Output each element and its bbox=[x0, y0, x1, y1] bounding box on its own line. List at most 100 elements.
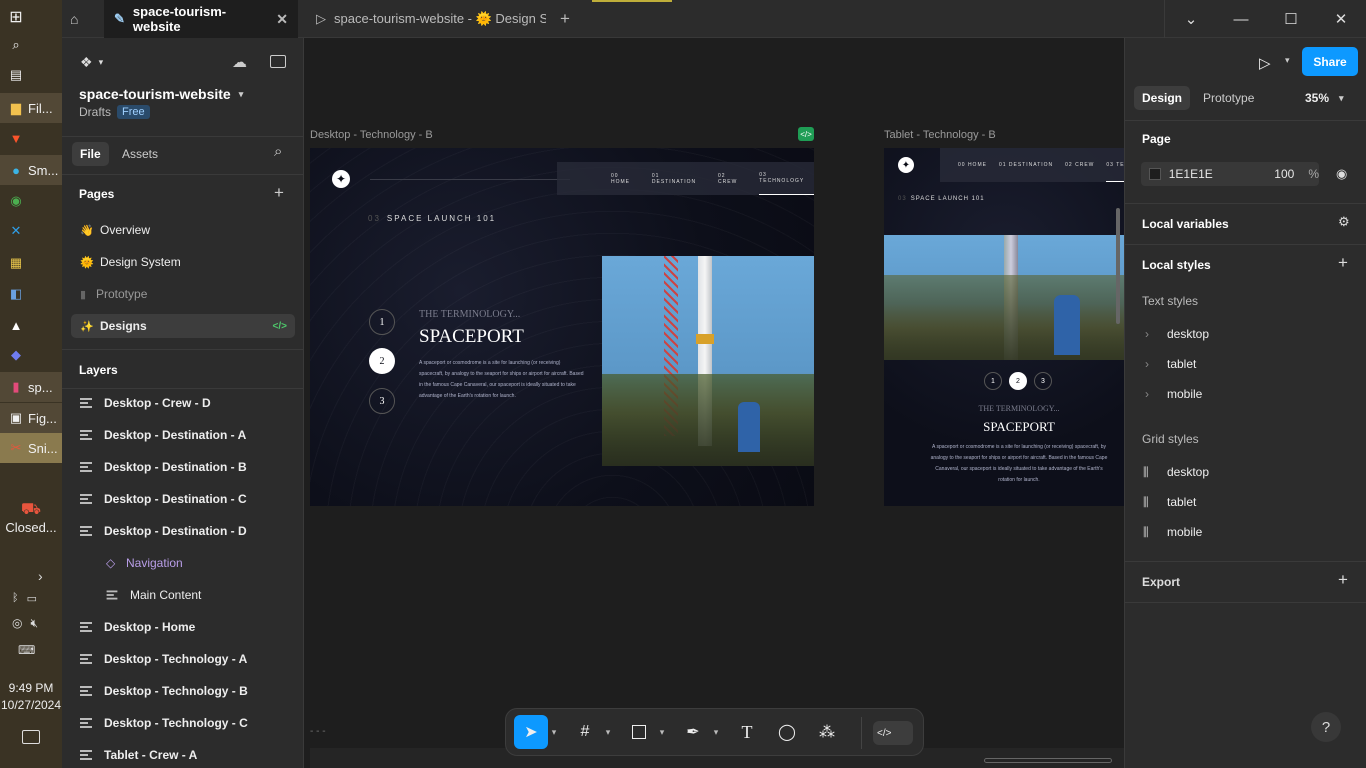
close-icon[interactable]: ✕ bbox=[276, 11, 288, 28]
step-2-button[interactable]: 2 bbox=[369, 348, 395, 374]
search-icon[interactable]: ⌕ bbox=[274, 143, 282, 160]
page-opacity-value[interactable]: 100 bbox=[1274, 167, 1294, 181]
move-tool-button[interactable]: ➤ bbox=[514, 715, 548, 749]
nav-destination[interactable]: 01 DESTINATION bbox=[652, 173, 706, 185]
panel-toggle-icon[interactable] bbox=[270, 55, 286, 68]
taskbar-snipping[interactable]: ✂ Sni... bbox=[0, 433, 62, 463]
taskbar-file-explorer[interactable]: ▆ Fil... bbox=[0, 93, 62, 123]
color-swatch[interactable] bbox=[1149, 168, 1161, 180]
taskbar-app[interactable]: ▲ bbox=[0, 310, 62, 340]
nav-home[interactable]: 00 HOME bbox=[611, 173, 640, 185]
notification-icon[interactable] bbox=[22, 730, 40, 744]
frame-label-desktop[interactable]: Desktop - Technology - B bbox=[310, 129, 433, 141]
grid-style-item[interactable]: ⫼ desktop bbox=[1125, 457, 1366, 487]
tab-assets[interactable]: Assets bbox=[122, 142, 158, 166]
pen-tool-button[interactable]: ✒ bbox=[676, 715, 710, 749]
layer-item[interactable]: Desktop - Crew - D bbox=[62, 387, 303, 419]
new-tab-plus-icon[interactable]: + bbox=[560, 9, 570, 29]
taskbar-vscode[interactable]: ✕ bbox=[0, 216, 62, 246]
help-button[interactable]: ? bbox=[1311, 712, 1341, 742]
horizontal-scrollbar[interactable] bbox=[984, 758, 1112, 763]
variables-sliders-icon[interactable]: ⚙ bbox=[1338, 214, 1350, 230]
clock[interactable]: 9:49 PM 10/27/2024 bbox=[0, 680, 62, 714]
layer-item[interactable]: Desktop - Technology - A bbox=[62, 643, 303, 675]
chevron-down-icon[interactable]: ▾ bbox=[602, 715, 614, 749]
tray-icons-2[interactable]: ◎ 🔇︎ bbox=[12, 616, 38, 631]
cloud-offline-icon[interactable]: ☁ bbox=[232, 53, 247, 71]
play-prototype-icon[interactable]: ▷ bbox=[1259, 54, 1271, 72]
grid-style-item[interactable]: ⫼ mobile bbox=[1125, 517, 1366, 547]
taskbar-edge[interactable]: ● Sm... bbox=[0, 155, 62, 185]
frame-label-tablet[interactable]: Tablet - Technology - B bbox=[884, 129, 996, 141]
nav-home[interactable]: 00 HOME bbox=[958, 162, 987, 168]
globe-icon[interactable]: ◎ bbox=[12, 616, 22, 631]
page-item-designs[interactable]: ✨ Designs </> bbox=[71, 314, 295, 338]
local-variables-title[interactable]: Local variables bbox=[1142, 217, 1229, 231]
volume-muted-icon[interactable]: 🔇︎ bbox=[30, 616, 38, 631]
step-1-button[interactable]: 1 bbox=[984, 372, 1002, 390]
taskbar-chrome[interactable]: ◉ bbox=[0, 186, 62, 216]
add-style-plus-icon[interactable]: + bbox=[1338, 253, 1348, 273]
chevron-down-icon[interactable]: ▾ bbox=[710, 715, 722, 749]
taskbar-sp[interactable]: ▮ sp... bbox=[0, 372, 62, 402]
taskbar-brave[interactable]: ▼ bbox=[0, 123, 62, 153]
eye-visibility-icon[interactable]: ◉ bbox=[1336, 166, 1347, 182]
nav-technology[interactable]: 03 TECHNOLOGY bbox=[759, 172, 814, 195]
text-style-item[interactable]: › tablet bbox=[1125, 349, 1366, 379]
layer-item[interactable]: Desktop - Destination - B bbox=[62, 451, 303, 483]
share-button[interactable]: Share bbox=[1302, 47, 1358, 76]
dev-mode-toggle[interactable]: </> bbox=[873, 721, 913, 745]
page-item-overview[interactable]: 👋 Overview bbox=[62, 214, 303, 246]
nav-crew[interactable]: 02 CREW bbox=[718, 173, 747, 185]
page-item-design-system[interactable]: 🌞 Design System bbox=[62, 246, 303, 278]
maximize-button[interactable]: ☐ bbox=[1266, 0, 1316, 38]
layer-item[interactable]: Main Content bbox=[62, 579, 303, 611]
layer-item[interactable]: Desktop - Destination - A bbox=[62, 419, 303, 451]
chevron-down-icon[interactable]: ▾ bbox=[656, 715, 668, 749]
tab-design[interactable]: Design bbox=[1134, 86, 1191, 110]
layer-item-component[interactable]: ◇ Navigation bbox=[62, 547, 303, 579]
zoom-dropdown[interactable]: 35% ▾ bbox=[1305, 86, 1344, 110]
layer-item[interactable]: Desktop - Technology - B bbox=[62, 675, 303, 707]
file-name[interactable]: space-tourism-website ▾ bbox=[79, 86, 243, 102]
step-3-button[interactable]: 3 bbox=[1034, 372, 1052, 390]
nav-crew[interactable]: 02 CREW bbox=[1065, 162, 1094, 168]
add-export-plus-icon[interactable]: + bbox=[1338, 570, 1348, 590]
text-tool-button[interactable]: T bbox=[730, 715, 764, 749]
tab-file[interactable]: File bbox=[72, 142, 109, 166]
minimize-button[interactable]: — bbox=[1216, 0, 1266, 38]
bluetooth-icon[interactable]: ᛒ bbox=[12, 592, 19, 605]
page-item-prototype[interactable]: ▮ Prototype bbox=[62, 278, 303, 310]
tab-prototype[interactable]: Prototype bbox=[1203, 86, 1254, 110]
closed-widget[interactable]: ⛟ Closed... bbox=[0, 500, 62, 535]
tablet-technology-frame[interactable]: ✦ 00 HOME 01 DESTINATION 02 CREW 03 TECH… bbox=[884, 148, 1124, 506]
page-color-field[interactable]: 1E1E1E 100 % bbox=[1141, 162, 1319, 186]
chevron-right-icon[interactable]: › bbox=[38, 568, 43, 584]
scrollbar[interactable] bbox=[1116, 208, 1120, 324]
chevron-down-icon[interactable]: ▾ bbox=[548, 715, 560, 749]
window-close-button[interactable]: ✕ bbox=[1316, 0, 1366, 38]
page-color-value[interactable]: 1E1E1E bbox=[1169, 167, 1267, 181]
keyboard-icon[interactable]: ⌨ bbox=[18, 643, 35, 657]
export-title[interactable]: Export bbox=[1142, 575, 1180, 589]
tray-icons[interactable]: ᛒ ▭ bbox=[12, 592, 37, 605]
start-button[interactable]: ⊞ bbox=[0, 2, 62, 32]
layer-item[interactable]: Desktop - Home bbox=[62, 611, 303, 643]
layer-item[interactable]: Desktop - Technology - C bbox=[62, 707, 303, 739]
chevron-down-icon[interactable]: ⌄ bbox=[1166, 0, 1216, 38]
desktop-technology-frame[interactable]: ✦ 00 HOME 01 DESTINATION 02 CREW 03 TECH… bbox=[310, 148, 814, 506]
add-page-plus-icon[interactable]: + bbox=[274, 183, 284, 203]
dev-mode-code-icon[interactable]: </> bbox=[798, 127, 814, 141]
home-icon[interactable]: ⌂ bbox=[70, 11, 86, 27]
tab-design-system[interactable]: ▷ space-tourism-website - 🌞 Design S bbox=[306, 0, 546, 38]
step-2-button[interactable]: 2 bbox=[1009, 372, 1027, 390]
search-button[interactable]: ⌕ bbox=[0, 30, 62, 60]
design-canvas[interactable]: Desktop - Technology - B </> ✦ 00 HOME 0… bbox=[304, 38, 1124, 768]
layer-item[interactable]: Desktop - Destination - C bbox=[62, 483, 303, 515]
taskbar-figma[interactable]: ▣ Fig... bbox=[0, 403, 62, 433]
comment-tool-button[interactable]: ◯ bbox=[770, 715, 804, 749]
text-style-item[interactable]: › desktop bbox=[1125, 319, 1366, 349]
battery-icon[interactable]: ▭ bbox=[27, 592, 37, 605]
nav-destination[interactable]: 01 DESTINATION bbox=[999, 162, 1053, 168]
chevron-down-icon[interactable]: ▾ bbox=[1285, 55, 1290, 66]
